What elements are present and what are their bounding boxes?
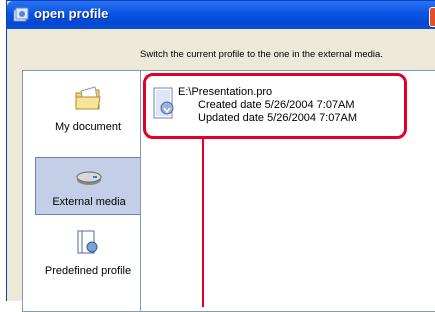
instruction-text: Switch the current profile to the one in… [140,49,383,60]
sidebar-item-external-media[interactable]: External media [35,157,143,215]
sidebar-item-predefined-profile[interactable]: Predefined profile [35,229,141,289]
sidebar-item-label: Predefined profile [44,265,132,277]
sidebar-item-label: My document [54,121,122,133]
folder-icon [75,86,101,110]
title-bar[interactable]: open profile [7,1,435,29]
location-sidebar: My document External media Predefined pr… [22,70,152,312]
window-title: open profile [34,6,109,21]
drive-icon [76,171,102,185]
sidebar-item-label: External media [52,196,126,208]
close-button[interactable] [429,7,435,27]
profile-icon [77,230,98,254]
profile-app-icon [13,7,29,22]
sidebar-item-my-document[interactable]: My document [35,85,141,145]
callout-line [202,139,204,307]
highlight-callout [143,73,407,139]
